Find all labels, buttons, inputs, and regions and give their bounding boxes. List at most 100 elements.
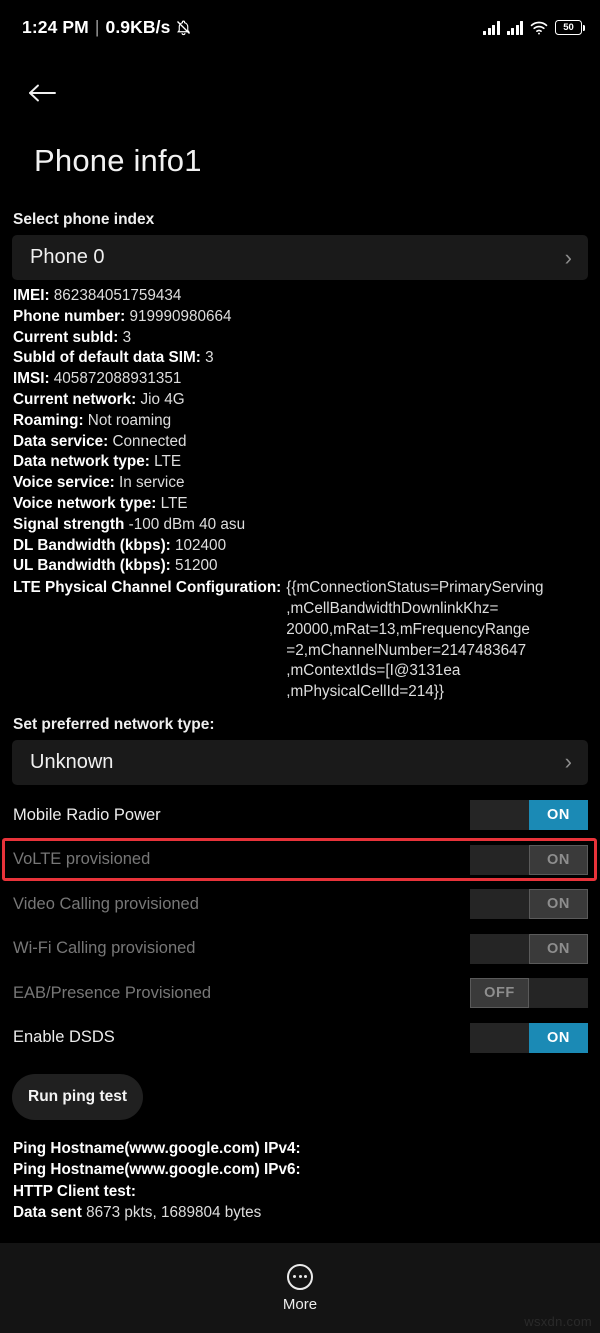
- page-title: Phone info1: [34, 143, 202, 178]
- arrow-left-icon: [27, 81, 57, 110]
- toggle-row[interactable]: EAB/Presence Provisioned OFF: [0, 971, 600, 1016]
- run-ping-test-button[interactable]: Run ping test: [12, 1073, 144, 1120]
- toggle-switch[interactable]: ON: [470, 844, 588, 875]
- toggle-switch[interactable]: ON: [470, 889, 588, 920]
- ping-results-list: Ping Hostname(www.google.com) IPv4: Ping…: [0, 1120, 600, 1224]
- phone-index-value: Phone 0: [30, 246, 105, 268]
- info-row-value: LTE: [154, 453, 182, 471]
- toggle-switch-state-label: OFF: [470, 978, 529, 1009]
- back-button[interactable]: [14, 73, 70, 117]
- info-row-value: 3: [122, 328, 132, 346]
- nav-item-more-label: More: [282, 1295, 318, 1313]
- info-row-key: SubId of default data SIM:: [13, 349, 201, 367]
- toggle-row[interactable]: Wi-Fi Calling provisioned ON: [0, 926, 600, 971]
- device-info-list: IMEI: 862384051759434 Phone number: 91999…: [0, 280, 600, 703]
- nav-item-more[interactable]: More: [282, 1263, 318, 1313]
- ping-result-row: HTTP Client test:: [13, 1181, 600, 1203]
- info-row-key: Current network:: [13, 390, 137, 408]
- status-time: 1:24 PM: [22, 17, 89, 37]
- toggle-row[interactable]: Enable DSDS ON: [0, 1015, 600, 1060]
- info-row: Phone number: 919990980664: [13, 307, 600, 328]
- preferred-network-spinner[interactable]: Unknown ›: [12, 739, 588, 785]
- info-row-value: 862384051759434: [53, 287, 182, 304]
- status-data-rate: 0.9KB/s: [105, 17, 171, 37]
- toggle-row-label: Video Calling provisioned: [13, 894, 199, 913]
- info-row: Data service: Connected: [13, 432, 600, 453]
- preferred-network-value: Unknown: [30, 750, 114, 773]
- toggle-switch-state-label: ON: [529, 933, 588, 964]
- info-row: Voice network type: LTE: [13, 494, 600, 515]
- info-row-value: 51200: [175, 557, 218, 575]
- toggle-switch[interactable]: ON: [470, 933, 588, 964]
- lte-config-line: {{mConnectionStatus=PrimaryServing: [286, 579, 544, 597]
- toggle-row[interactable]: VoLTE provisioned ON: [0, 837, 600, 882]
- ping-result-key: Ping Hostname(www.google.com) IPv6:: [13, 1161, 301, 1179]
- content-scroll-area[interactable]: Select phone index Phone 0 › IMEI: 86238…: [0, 179, 600, 1243]
- battery-icon: 50: [555, 20, 586, 35]
- info-row: Data network type: LTE: [13, 452, 600, 473]
- toggle-switch-state-label: ON: [529, 889, 588, 920]
- info-row: IMEI: 862384051759434: [13, 286, 600, 307]
- toggle-switch-state-label: ON: [529, 800, 588, 831]
- chevron-right-icon: ›: [564, 749, 572, 775]
- toggle-row-label: VoLTE provisioned: [13, 850, 151, 869]
- info-row: UL Bandwidth (kbps): 51200: [13, 556, 600, 577]
- info-row: Signal strength -100 dBm 40 asu: [13, 515, 600, 536]
- info-row-key: Voice network type:: [13, 494, 157, 512]
- toggle-switch-state-label: ON: [529, 1022, 588, 1053]
- battery-level-label: 50: [563, 21, 574, 33]
- phone-index-spinner[interactable]: Phone 0 ›: [12, 235, 588, 280]
- ping-result-key: HTTP Client test:: [13, 1182, 136, 1200]
- info-row-key: Current subId:: [13, 328, 119, 346]
- info-row: IMSI: 405872088931351: [13, 369, 600, 390]
- toggle-switch[interactable]: ON: [470, 1022, 588, 1053]
- toggle-row[interactable]: Video Calling provisioned ON: [0, 882, 600, 927]
- toggle-switch-state-label: ON: [529, 844, 588, 875]
- info-row-key: UL Bandwidth (kbps):: [13, 557, 171, 575]
- info-row-value: 405872088931351: [53, 370, 182, 388]
- status-bar: 1:24 PM | 0.9KB/s 50: [0, 0, 600, 55]
- lte-config-value: {{mConnectionStatus=PrimaryServing ,mCell…: [281, 578, 543, 703]
- toggle-row[interactable]: Mobile Radio Power ON: [0, 793, 600, 838]
- info-row-key: Roaming:: [13, 411, 84, 429]
- toggle-switch[interactable]: OFF: [470, 978, 588, 1009]
- ping-result-row: Data sent 8673 pkts, 1689804 bytes: [13, 1202, 600, 1224]
- ping-result-row: Ping Hostname(www.google.com) IPv4:: [13, 1138, 600, 1160]
- lte-config-line: ,mContextIds=[I@3131ea: [286, 662, 461, 680]
- watermark: wsxdn.com: [524, 1314, 592, 1329]
- bell-slash-icon: [175, 19, 192, 36]
- info-row: Current network: Jio 4G: [13, 390, 600, 411]
- info-row-key: IMEI:: [13, 287, 50, 304]
- status-separator: |: [94, 17, 100, 37]
- info-row: Voice service: In service: [13, 473, 600, 494]
- ping-result-value: 8673 pkts, 1689804 bytes: [86, 1204, 262, 1222]
- toggle-row-label: Wi-Fi Calling provisioned: [13, 939, 196, 958]
- info-row-value: LTE: [160, 494, 188, 512]
- info-row-value: -100 dBm 40 asu: [128, 515, 246, 533]
- toggle-switch[interactable]: ON: [470, 800, 588, 831]
- lte-physical-channel-config-row: LTE Physical Channel Configuration: {{mC…: [13, 577, 600, 703]
- info-row-value: Jio 4G: [140, 390, 185, 408]
- select-phone-index-label: Select phone index: [13, 211, 155, 228]
- info-row: DL Bandwidth (kbps): 102400: [13, 536, 600, 557]
- info-row-key: Data network type:: [13, 453, 150, 471]
- lte-config-line: =2,mChannelNumber=2147483647: [286, 641, 527, 659]
- info-row-key: Data service:: [13, 432, 109, 450]
- lte-config-line: ,mCellBandwidthDownlinkKhz=: [286, 599, 499, 617]
- info-row-value: 102400: [175, 536, 227, 554]
- info-row-key: Signal strength: [13, 515, 125, 533]
- wifi-icon: [530, 21, 548, 35]
- lte-config-line: 20000,mRat=13,mFrequencyRange: [286, 620, 530, 638]
- ping-result-row: Ping Hostname(www.google.com) IPv6:: [13, 1159, 600, 1181]
- lte-config-key: LTE Physical Channel Configuration:: [13, 579, 282, 597]
- status-bar-left: 1:24 PM | 0.9KB/s: [22, 17, 192, 38]
- info-row-value: 919990980664: [129, 307, 232, 325]
- info-row-key: DL Bandwidth (kbps):: [13, 536, 171, 554]
- signal-bars-icon-sim2: [506, 20, 523, 35]
- info-row: Current subId: 3: [13, 328, 600, 349]
- info-row: Roaming: Not roaming: [13, 411, 600, 432]
- more-dots-circle-icon: [287, 1263, 313, 1290]
- toggle-list: Mobile Radio Power ON VoLTE provisioned ON V…: [0, 785, 600, 1060]
- status-bar-right: 50: [483, 20, 586, 35]
- toggle-row-label: Mobile Radio Power: [13, 805, 161, 824]
